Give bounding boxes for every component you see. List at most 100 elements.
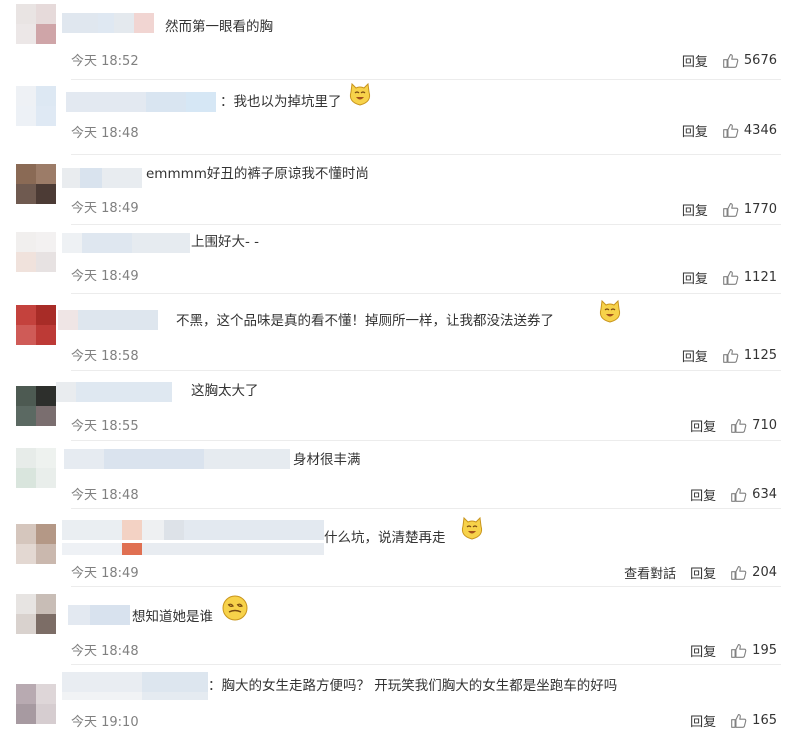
like-button[interactable]: 165 — [730, 712, 777, 729]
username-blurred[interactable] — [62, 12, 154, 34]
divider — [71, 508, 781, 509]
username-blurred[interactable] — [56, 381, 172, 403]
avatar[interactable] — [16, 524, 56, 564]
thumbs-up-icon — [731, 643, 747, 658]
reply-button[interactable]: 回复 — [690, 416, 716, 435]
thumbs-up-icon — [731, 713, 747, 728]
comment-item: 然而第一眼看的胸 今天 18:52 回复 5676 — [0, 0, 791, 80]
reply-button[interactable]: 回复 — [682, 200, 708, 219]
comment-text: 然而第一眼看的胸 — [165, 19, 273, 35]
avatar[interactable] — [16, 86, 56, 126]
comment-actions: 回复 195 — [690, 641, 777, 660]
like-button[interactable]: 204 — [730, 564, 777, 581]
dizzy-face-emoji — [222, 595, 248, 621]
comment-text: ：我也以为掉坑里了 — [220, 94, 342, 110]
comment-actions: 回复 5676 — [682, 51, 777, 70]
comment-text: 不黑，这个品味是真的看不懂！掉厕所一样，让我都没法送券了 — [176, 313, 554, 329]
comment-time: 今天 19:10 — [71, 715, 139, 730]
like-button[interactable]: 4346 — [722, 122, 777, 139]
like-count: 195 — [752, 642, 777, 658]
reply-button[interactable]: 回复 — [682, 268, 708, 287]
like-button[interactable]: 1121 — [722, 269, 777, 286]
comment-item: ：我也以为掉坑里了 今天 18:48 回复 4346 — [0, 80, 791, 155]
comment-item: 想知道她是谁 今天 18:48 回复 195 — [0, 588, 791, 664]
username-blurred[interactable] — [68, 604, 130, 626]
reply-button[interactable]: 回复 — [682, 121, 708, 140]
like-count: 165 — [752, 712, 777, 728]
comment-item: 这胸太大了 今天 18:55 回复 710 — [0, 372, 791, 442]
like-button[interactable]: 1125 — [722, 347, 777, 364]
comment-list: 然而第一眼看的胸 今天 18:52 回复 5676 ：我也以为掉坑里了 今天 1… — [0, 0, 791, 733]
like-count: 204 — [752, 564, 777, 580]
divider — [71, 293, 781, 294]
like-button[interactable]: 634 — [730, 486, 777, 503]
username-blurred[interactable] — [62, 232, 190, 254]
divider — [71, 440, 781, 441]
avatar[interactable] — [16, 448, 56, 488]
avatar[interactable] — [16, 232, 56, 272]
avatar[interactable] — [16, 4, 56, 44]
comment-time: 今天 18:48 — [71, 126, 139, 141]
comment-item: 不黑，这个品味是真的看不懂！掉厕所一样，让我都没法送券了 今天 18:58 回复… — [0, 295, 791, 371]
comment-item: emmmm好丑的裤子原谅我不懂时尚 今天 18:49 回复 1770 — [0, 158, 791, 228]
comment-actions: 回复 1125 — [682, 346, 777, 365]
thumbs-up-icon — [723, 53, 739, 68]
thumbs-up-icon — [723, 270, 739, 285]
like-count: 634 — [752, 486, 777, 502]
comment-actions: 回复 634 — [690, 485, 777, 504]
like-button[interactable]: 1770 — [722, 201, 777, 218]
comment-time: 今天 18:55 — [71, 419, 139, 434]
comment-time: 今天 18:52 — [71, 54, 139, 69]
comment-text: 什么坑，说清楚再走 — [324, 530, 446, 546]
comment-time: 今天 18:48 — [71, 488, 139, 503]
like-count: 4346 — [743, 122, 777, 138]
comment-actions: 查看對話 回复 204 — [624, 563, 777, 582]
like-count: 1125 — [743, 347, 777, 363]
comment-item: 什么坑，说清楚再走 今天 18:49 查看對話 回复 204 — [0, 510, 791, 586]
username-blurred[interactable] — [62, 167, 142, 189]
username-blurred[interactable] — [64, 448, 290, 470]
comment-actions: 回复 165 — [690, 711, 777, 730]
like-button[interactable]: 195 — [730, 642, 777, 659]
comment-time: 今天 18:49 — [71, 269, 139, 284]
avatar[interactable] — [16, 386, 56, 426]
reply-button[interactable]: 回复 — [690, 711, 716, 730]
like-button[interactable]: 710 — [730, 417, 777, 434]
comment-text: emmmm好丑的裤子原谅我不懂时尚 — [146, 166, 369, 182]
divider — [71, 154, 781, 155]
reply-button[interactable]: 回复 — [690, 563, 716, 582]
like-button[interactable]: 5676 — [722, 52, 777, 69]
comment-time: 今天 18:49 — [71, 201, 139, 216]
thumbs-up-icon — [723, 348, 739, 363]
reply-button[interactable]: 回复 — [690, 641, 716, 660]
username-blurred[interactable] — [66, 91, 216, 113]
username-blurred[interactable] — [62, 672, 208, 700]
avatar[interactable] — [16, 305, 56, 345]
comment-time: 今天 18:49 — [71, 566, 139, 581]
thumbs-up-icon — [723, 123, 739, 138]
avatar[interactable] — [16, 684, 56, 724]
thumbs-up-icon — [723, 202, 739, 217]
reply-button[interactable]: 回复 — [690, 485, 716, 504]
like-count: 1121 — [743, 269, 777, 285]
reply-button[interactable]: 回复 — [682, 51, 708, 70]
comment-text: ：胸大的女生走路方便吗？ 开玩笑我们胸大的女生都是坐跑车的好吗 — [208, 678, 618, 694]
thumbs-up-icon — [731, 565, 747, 580]
avatar[interactable] — [16, 164, 56, 204]
view-conversation-link[interactable]: 查看對話 — [624, 563, 676, 582]
divider — [71, 664, 781, 665]
username-blurred[interactable] — [58, 309, 158, 331]
comment-item: 身材很丰满 今天 18:48 回复 634 — [0, 442, 791, 510]
comment-actions: 回复 1121 — [682, 268, 777, 287]
reply-button[interactable]: 回复 — [682, 346, 708, 365]
comment-time: 今天 18:48 — [71, 644, 139, 659]
avatar[interactable] — [16, 594, 56, 634]
username-blurred[interactable] — [62, 518, 324, 556]
divider — [71, 586, 781, 587]
comment-actions: 回复 1770 — [682, 200, 777, 219]
comment-item: ：胸大的女生走路方便吗？ 开玩笑我们胸大的女生都是坐跑车的好吗 今天 19:10… — [0, 666, 791, 733]
comment-text: 上围好大- - — [191, 234, 260, 250]
comment-time: 今天 18:58 — [71, 349, 139, 364]
like-count: 1770 — [743, 201, 777, 217]
comment-text: 身材很丰满 — [293, 452, 361, 468]
